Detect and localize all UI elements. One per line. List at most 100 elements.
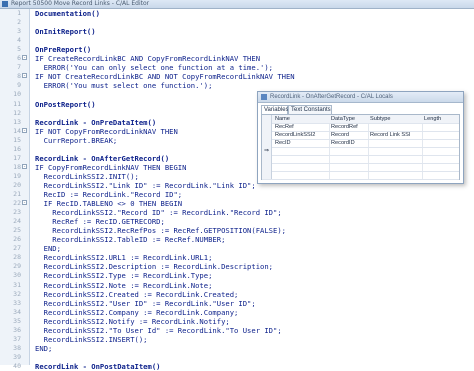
line-number: 21 xyxy=(13,190,21,198)
tab-text-constants[interactable]: Text Constants xyxy=(288,105,332,114)
line-number: 19 xyxy=(13,171,21,180)
row-selector[interactable] xyxy=(262,131,272,139)
code-line[interactable]: 27 END; xyxy=(0,244,474,253)
code-line[interactable]: 4 xyxy=(0,36,474,45)
cell-datatype[interactable]: RecordID xyxy=(331,139,367,147)
column-header-datatype[interactable]: DataType xyxy=(331,115,367,123)
code-line[interactable]: 9 ERROR('You must select one function.')… xyxy=(0,81,474,90)
fold-toggle-icon[interactable]: - xyxy=(22,127,27,133)
cell-subtype[interactable]: Record Link SSI xyxy=(370,131,420,139)
line-number: 39 xyxy=(13,352,21,361)
cell-datatype[interactable]: RecordRef xyxy=(331,123,367,131)
code-text: RecordLinkSSI2.Type := RecordLink.Type; xyxy=(35,271,213,281)
code-line[interactable]: 2 xyxy=(0,18,474,27)
cell-datatype[interactable]: Record xyxy=(331,131,367,139)
row-selector[interactable] xyxy=(262,171,272,179)
cell-length[interactable] xyxy=(424,131,458,139)
column-header-length[interactable]: Length xyxy=(424,115,458,123)
row-selector[interactable] xyxy=(262,139,272,147)
code-line[interactable]: 31 RecordLinkSSI2.Note := RecordLink.Not… xyxy=(0,281,474,290)
code-line[interactable]: 7 ERROR('You can only select one functio… xyxy=(0,63,474,72)
cell-name[interactable] xyxy=(275,171,327,179)
code-line[interactable]: 24 RecRef := RecID.GETRECORD; xyxy=(0,217,474,226)
code-text: IF NOT CreateRecordLinkBC AND NOT CopyFr… xyxy=(35,72,295,82)
code-editor[interactable]: 1 Documentation() 2 3 OnInitReport() 4 5 OnPreR… xyxy=(0,9,474,371)
locals-dialog-titlebar[interactable]: RecordLink - OnAfterGetRecord - C/AL Loc… xyxy=(258,92,463,103)
row-selector[interactable] xyxy=(262,163,272,171)
cell-subtype[interactable] xyxy=(370,123,420,131)
cell-name[interactable]: RecRef xyxy=(275,123,327,131)
code-line[interactable]: 23 RecordLinkSSI2."Record ID" := RecordL… xyxy=(0,208,474,217)
row-selector[interactable] xyxy=(262,155,272,163)
row-selector[interactable] xyxy=(262,123,272,131)
current-row-arrow-icon[interactable]: ⇒ xyxy=(262,147,272,155)
code-line[interactable]: 39 xyxy=(0,353,474,362)
cell-subtype[interactable] xyxy=(370,163,420,171)
cell-datatype[interactable] xyxy=(331,155,367,163)
cell-name[interactable] xyxy=(275,163,327,171)
code-line[interactable]: 33 RecordLinkSSI2."User ID" := RecordLin… xyxy=(0,299,474,308)
fold-toggle-icon[interactable]: - xyxy=(22,73,27,79)
code-text: ERROR('You can only select one function … xyxy=(35,63,273,73)
code-line[interactable]: 6- IF CreateRecordLinkBC AND CopyFromReco… xyxy=(0,54,474,63)
line-number: 11 xyxy=(13,99,21,108)
trigger-name: RecordLink - OnPreDataItem() xyxy=(35,117,157,127)
code-line[interactable]: 36 RecordLinkSSI2."To User Id" := Record… xyxy=(0,326,474,335)
cell-length[interactable] xyxy=(424,155,458,163)
code-line[interactable]: 26 RecordLinkSSI2.TableID := RecRef.NUMB… xyxy=(0,235,474,244)
line-number: 35 xyxy=(13,316,21,325)
cell-subtype[interactable] xyxy=(370,155,420,163)
code-line[interactable]: 37 RecordLinkSSI2.INSERT(); xyxy=(0,335,474,344)
cell-datatype[interactable] xyxy=(331,147,367,155)
fold-toggle-icon[interactable]: - xyxy=(22,55,27,61)
code-line[interactable]: 34 RecordLinkSSI2.Company := RecordLink.… xyxy=(0,308,474,317)
line-number: 38 xyxy=(13,343,21,352)
code-line[interactable]: 30 RecordLinkSSI2.Type := RecordLink.Typ… xyxy=(0,271,474,280)
cell-datatype[interactable] xyxy=(331,171,367,179)
code-line[interactable]: 8- IF NOT CreateRecordLinkBC AND NOT Copy… xyxy=(0,72,474,81)
code-line[interactable]: 29 RecordLinkSSI2.Description := RecordL… xyxy=(0,262,474,271)
code-text: RecordLinkSSI2.INSERT(); xyxy=(35,334,148,344)
trigger-line[interactable]: 1 Documentation() xyxy=(0,9,474,18)
row-selector-header xyxy=(262,115,272,123)
line-number: 4 xyxy=(17,36,21,45)
trigger-line[interactable]: 40 RecordLink - OnPostDataItem() xyxy=(0,362,474,371)
code-line[interactable]: 38 END; xyxy=(0,344,474,353)
line-number: 31 xyxy=(13,280,21,289)
fold-toggle-icon[interactable]: - xyxy=(22,200,27,206)
trigger-name: RecordLink - OnPostDataItem() xyxy=(35,361,161,371)
cell-name[interactable] xyxy=(275,147,327,155)
code-text: RecordLinkSSI2.INIT(); xyxy=(35,171,139,181)
cell-datatype[interactable] xyxy=(331,163,367,171)
code-line[interactable]: 35 RecordLinkSSI2.Notify := RecordLink.N… xyxy=(0,317,474,326)
cell-length[interactable] xyxy=(424,171,458,179)
tab-variables[interactable]: Variables xyxy=(261,105,289,114)
cell-name[interactable]: RecID xyxy=(275,139,327,147)
cell-length[interactable] xyxy=(424,139,458,147)
cell-length[interactable] xyxy=(424,163,458,171)
cell-name[interactable] xyxy=(275,155,327,163)
window-titlebar: Report 50500 Move Record Links - C/AL Ed… xyxy=(0,0,474,9)
cell-length[interactable] xyxy=(424,147,458,155)
trigger-line[interactable]: 5 OnPreReport() xyxy=(0,45,474,54)
cell-name[interactable]: RecordLinkSSI2 xyxy=(275,131,327,139)
line-number: 16 xyxy=(13,144,21,153)
code-line[interactable]: 25 RecordLinkSSI2.RecRefPos := RecRef.GE… xyxy=(0,226,474,235)
fold-toggle-icon[interactable]: - xyxy=(22,163,27,169)
trigger-line[interactable]: 3 OnInitReport() xyxy=(0,27,474,36)
variables-grid[interactable]: Name DataType Subtype Length RecRef Recor… xyxy=(261,114,460,180)
code-text: RecordLinkSSI2."To User Id" := RecordLin… xyxy=(35,325,282,335)
code-line[interactable]: 32 RecordLinkSSI2.Created := RecordLink.… xyxy=(0,290,474,299)
code-line[interactable]: 21 RecID := RecordLink."Record ID"; xyxy=(0,190,474,199)
cell-subtype[interactable] xyxy=(370,147,420,155)
variable-row[interactable] xyxy=(262,171,459,180)
cell-subtype[interactable] xyxy=(370,171,420,179)
cell-subtype[interactable] xyxy=(370,139,420,147)
column-header-subtype[interactable]: Subtype xyxy=(370,115,420,123)
code-line[interactable]: 22- IF RecID.TABLENO <> 0 THEN BEGIN xyxy=(0,199,474,208)
line-number: 24 xyxy=(13,217,21,226)
code-line[interactable]: 28 RecordLinkSSI2.URL1 := RecordLink.URL… xyxy=(0,253,474,262)
line-number: 34 xyxy=(13,307,21,316)
column-header-name[interactable]: Name xyxy=(275,115,327,123)
cell-length[interactable] xyxy=(424,123,458,131)
